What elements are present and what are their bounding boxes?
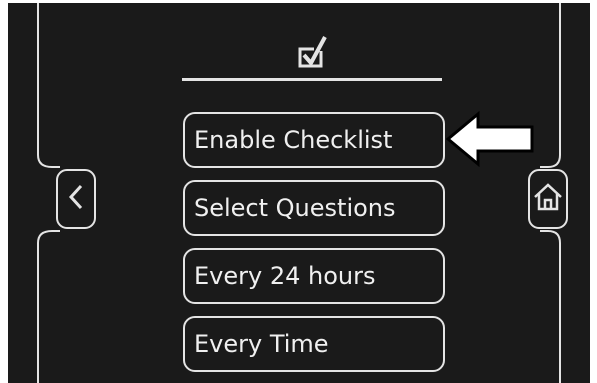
enable-checklist-button[interactable]: Enable Checklist <box>183 112 445 168</box>
every-24-hours-button[interactable]: Every 24 hours <box>183 248 445 304</box>
header-divider <box>182 78 442 81</box>
home-button[interactable] <box>528 169 568 229</box>
chevron-left-icon <box>68 183 84 215</box>
checkbox-checked-icon <box>296 32 330 74</box>
back-button[interactable] <box>56 169 96 229</box>
home-icon <box>533 183 563 215</box>
display-screen: Enable Checklist Select Questions Every … <box>8 3 590 383</box>
every-time-button[interactable]: Every Time <box>183 316 445 372</box>
select-questions-button[interactable]: Select Questions <box>183 180 445 236</box>
arrow-left-pointer-icon <box>445 110 538 171</box>
